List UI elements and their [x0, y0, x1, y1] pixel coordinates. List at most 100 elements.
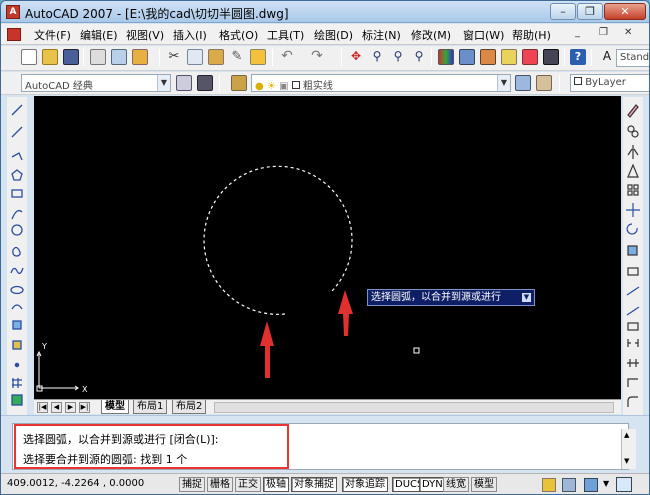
save-icon[interactable] [63, 49, 79, 65]
chamfer-icon [627, 378, 638, 387]
last-tab-button[interactable]: ▶| [79, 402, 90, 413]
ucs-y-label: Y [41, 342, 47, 351]
block-editor-icon[interactable] [250, 49, 266, 65]
tool-palettes-icon[interactable] [480, 49, 496, 65]
help-icon[interactable]: ? [570, 49, 586, 65]
paste-icon[interactable] [208, 49, 224, 65]
status-bar: 409.0012, -4.2264 , 0.0000 捕捉 栅格 正交 极轴 对… [1, 473, 649, 494]
copy-icon[interactable] [187, 49, 203, 65]
grid-button[interactable]: 栅格 [207, 477, 233, 492]
minimize-button[interactable]: – [550, 3, 576, 20]
design-center-icon[interactable] [459, 49, 475, 65]
title-bar[interactable]: A AutoCAD 2007 - [E:\我的cad\切切半圆图.dwg] – … [1, 1, 649, 23]
new-file-icon[interactable] [21, 49, 37, 65]
lock-icon[interactable] [562, 478, 576, 492]
menu-window[interactable]: 窗口(W) [463, 27, 504, 43]
ortho-button[interactable]: 正交 [235, 477, 261, 492]
spline-icon [10, 267, 24, 275]
otrack-label: 对象追踪 [345, 479, 385, 490]
command-window[interactable]: 选择圆弧，以合并到源或进行 [闭合(L)]: 选择要合并到源的圆弧: 找到 1 … [12, 423, 629, 470]
ucs-icon [36, 350, 79, 392]
first-tab-button[interactable]: |◀ [37, 402, 48, 413]
next-tab-button[interactable]: ▶ [65, 402, 76, 413]
doc-minimize-button[interactable]: _ [575, 27, 580, 38]
lineweight-button[interactable]: 线宽 [443, 477, 469, 492]
prev-tab-button[interactable]: ◀ [51, 402, 62, 413]
polygon-icon [11, 169, 23, 181]
publish-icon[interactable] [132, 49, 148, 65]
plot-preview-icon[interactable] [111, 49, 127, 65]
pan-icon[interactable]: ✥ [348, 49, 364, 65]
fillet-icon [627, 396, 638, 407]
workspace-settings-icon[interactable] [176, 75, 192, 91]
doc-restore-button[interactable]: ❐ [599, 27, 608, 38]
menu-dimension[interactable]: 标注(N) [362, 27, 401, 43]
standard-toolbar: ✂ ✎ ↶ ↷ ✥ ⚲ ⚲ ⚲ ? A Stand [1, 46, 649, 71]
draw-toolbar [7, 97, 27, 415]
make-layer-current-icon[interactable] [515, 75, 531, 91]
otrack-button[interactable]: 对象追踪 [342, 477, 388, 492]
properties-icon[interactable] [438, 49, 454, 65]
cut-icon[interactable]: ✂ [166, 49, 182, 65]
snap-button[interactable]: 捕捉 [179, 477, 205, 492]
layer-previous-icon[interactable] [536, 75, 552, 91]
tab-layout2-label: 布局2 [176, 401, 203, 412]
chevron-down-icon[interactable]: ▼ [522, 293, 531, 302]
restore-button[interactable]: ❐ [577, 3, 603, 20]
scale-icon [627, 245, 638, 256]
tray-settings-icon[interactable] [584, 478, 598, 492]
polar-button[interactable]: 极轴 [263, 477, 289, 492]
tab-layout2[interactable]: 布局2 [172, 400, 207, 414]
color-combo[interactable]: ByLayer [570, 74, 649, 92]
match-properties-icon[interactable]: ✎ [229, 49, 245, 65]
close-button[interactable]: ✕ [604, 3, 646, 20]
snap-label: 捕捉 [182, 479, 202, 490]
osnap-label: 对象捕捉 [294, 479, 334, 490]
zoom-previous-icon[interactable]: ⚲ [411, 49, 427, 65]
communication-center-icon[interactable] [542, 478, 556, 492]
tab-model[interactable]: 模型 [101, 400, 129, 414]
markup-icon[interactable] [522, 49, 538, 65]
layer-manager-icon[interactable] [231, 75, 247, 91]
redo-icon[interactable]: ↷ [309, 49, 325, 65]
text-style-icon[interactable]: A [599, 49, 615, 65]
layer-combo[interactable]: ● ☀ ▣ 粗实线 ▼ [251, 74, 511, 92]
open-folder-icon[interactable] [42, 49, 58, 65]
osnap-button[interactable]: 对象捕捉 [291, 477, 337, 492]
layer-value: 粗实线 [302, 81, 333, 92]
horizontal-scrollbar[interactable] [214, 402, 614, 413]
workspace-combo[interactable]: AutoCAD 经典 ▼ [21, 74, 171, 92]
clean-screen-icon[interactable] [616, 477, 632, 492]
scroll-up-icon[interactable]: ▲ [624, 431, 629, 439]
command-scrollbar[interactable]: ▲ ▼ [621, 429, 636, 469]
tab-layout1[interactable]: 布局1 [133, 400, 168, 414]
menu-tools[interactable]: 工具(T) [267, 27, 304, 43]
zoom-window-icon[interactable]: ⚲ [390, 49, 406, 65]
menu-modify[interactable]: 修改(M) [411, 27, 451, 43]
menu-file[interactable]: 文件(F) [34, 27, 71, 43]
quickcalc-icon[interactable] [543, 49, 559, 65]
model-button[interactable]: 模型 [471, 477, 497, 492]
drawing-canvas[interactable]: Y X 选择圆弧，以合并到源或进行 ▼ [34, 96, 621, 399]
chevron-down-icon: ▼ [157, 75, 170, 91]
menu-edit[interactable]: 编辑(E) [80, 27, 118, 43]
my-workspace-icon[interactable] [197, 75, 213, 91]
doc-close-button[interactable]: ✕ [624, 27, 632, 38]
menu-view[interactable]: 视图(V) [126, 27, 164, 43]
undo-icon[interactable]: ↶ [279, 49, 295, 65]
print-icon[interactable] [90, 49, 106, 65]
modify-toolbar [623, 97, 643, 415]
dyn-button[interactable]: DYN [419, 477, 446, 492]
model-label: 模型 [474, 479, 494, 490]
menu-help[interactable]: 帮助(H) [512, 27, 551, 43]
scroll-down-icon[interactable]: ▼ [624, 457, 629, 465]
menu-draw[interactable]: 绘图(D) [314, 27, 353, 43]
menu-insert[interactable]: 插入(I) [173, 27, 207, 43]
chevron-down-icon[interactable]: ▼ [603, 479, 609, 488]
text-style-combo[interactable]: Stand [616, 49, 649, 67]
menu-format[interactable]: 格式(O) [219, 27, 258, 43]
sheet-set-icon[interactable] [501, 49, 517, 65]
ellipse-icon [10, 285, 24, 295]
zoom-realtime-icon[interactable]: ⚲ [369, 49, 385, 65]
coordinates-display[interactable]: 409.0012, -4.2264 , 0.0000 [7, 478, 144, 489]
